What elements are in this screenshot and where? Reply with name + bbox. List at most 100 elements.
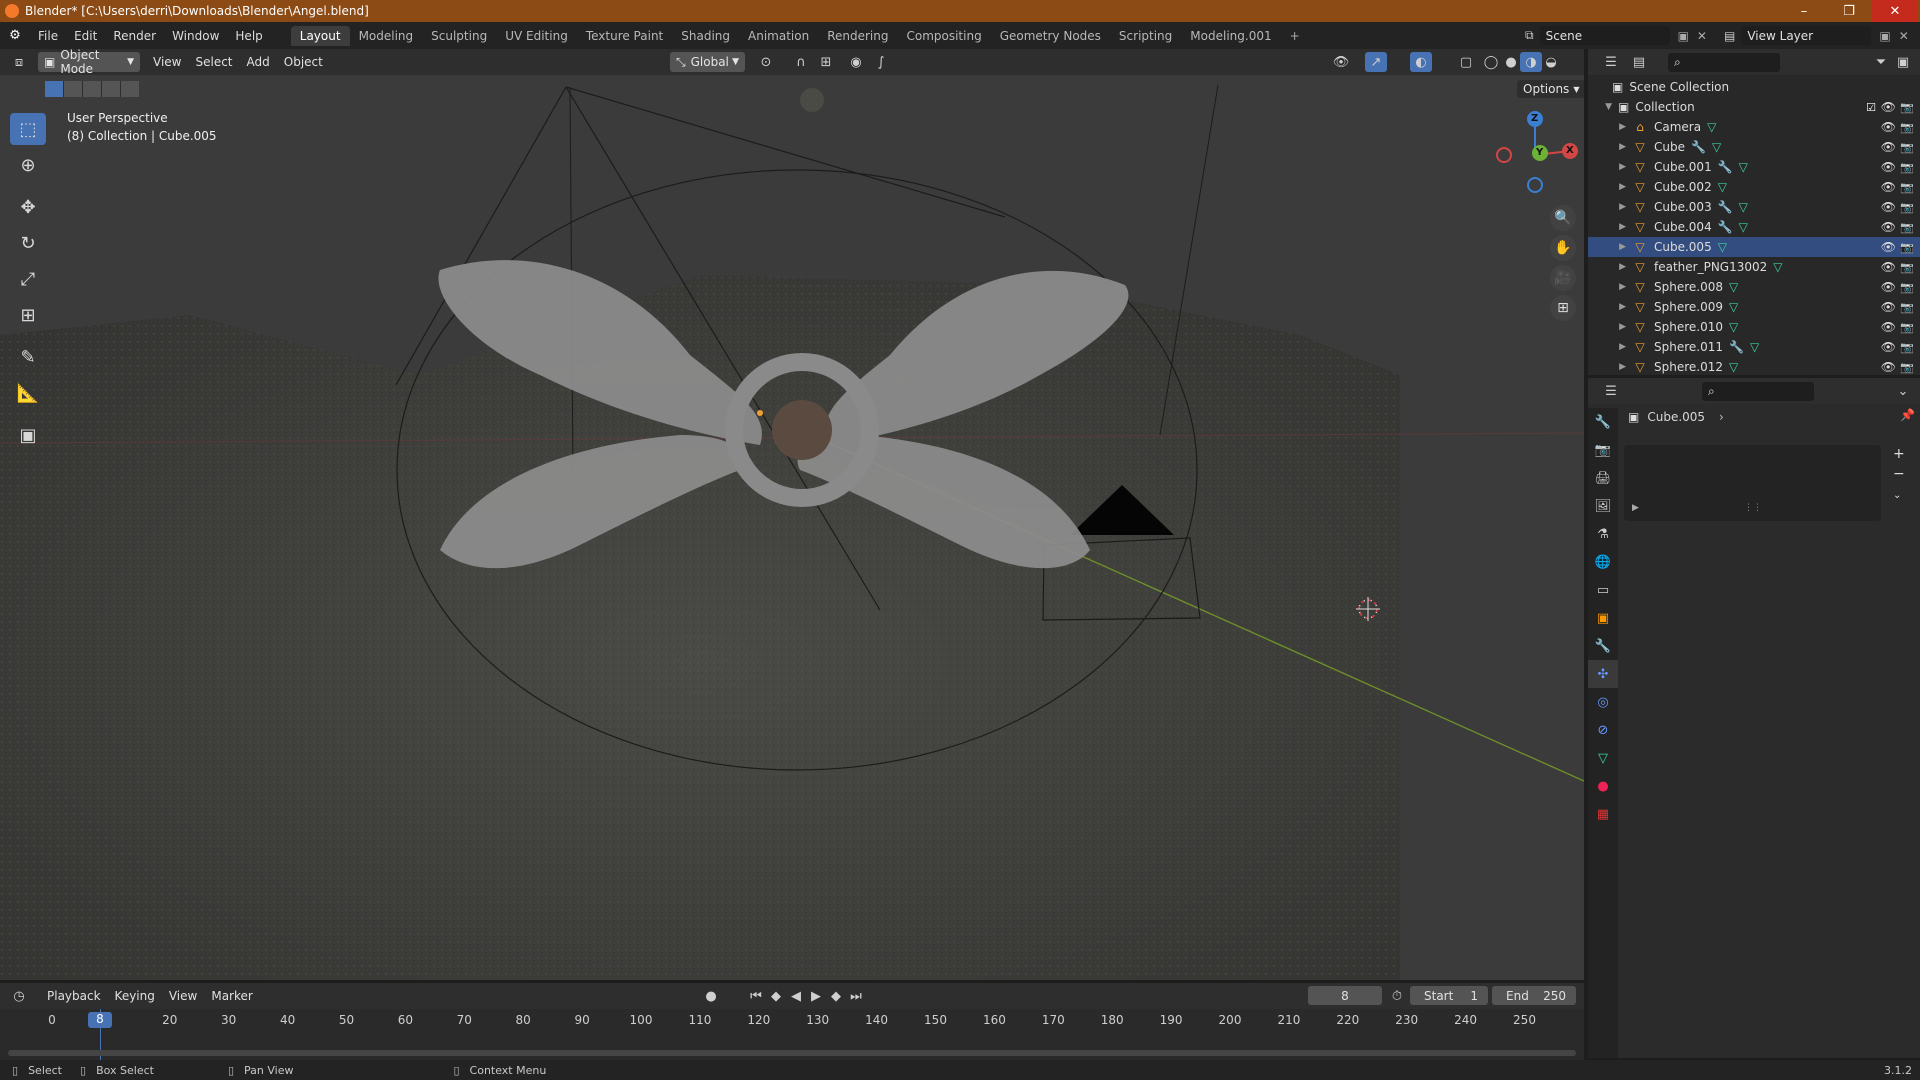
slot-menu-icon[interactable]: ⌄ [1893, 490, 1901, 501]
camera-render-icon[interactable]: 📷 [1900, 201, 1914, 214]
menu-marker[interactable]: Marker [204, 989, 259, 1003]
blender-menu-icon[interactable]: ⚙ [0, 28, 30, 43]
texture-tab-icon[interactable]: ▦ [1588, 800, 1618, 828]
scene-tab-icon[interactable]: ⚗ [1588, 520, 1618, 548]
outliner-item[interactable]: ▶ ▽ Sphere.008 ▽ 👁 📷 [1588, 277, 1920, 297]
tab-animation[interactable]: Animation [739, 26, 818, 46]
eye-icon[interactable]: 👁 [1881, 340, 1896, 354]
menu-playback[interactable]: Playback [40, 989, 108, 1003]
mesh-data-icon[interactable]: ▽ [1712, 140, 1721, 154]
scene-icon[interactable]: ⧉ [1525, 28, 1534, 43]
visibility-icon[interactable]: 👁 [1330, 52, 1352, 72]
outliner-item[interactable]: ▶ ▽ feather_PNG13002 ▽ 👁 📷 [1588, 257, 1920, 277]
3d-viewport[interactable]: Options ▼ User Perspective (8) Collectio… [0, 75, 1584, 980]
menu-select[interactable]: Select [188, 55, 239, 69]
mesh-data-icon[interactable]: ▽ [1773, 260, 1782, 274]
physics-tab-icon[interactable]: ◎ [1588, 688, 1618, 716]
remove-slot-icon[interactable]: − [1893, 466, 1905, 482]
record-icon[interactable]: ● [700, 986, 722, 1006]
expand-arrow-icon[interactable]: ▶ [1588, 342, 1626, 352]
menu-object[interactable]: Object [277, 55, 330, 69]
options-button[interactable]: Options ▼ [1517, 80, 1584, 98]
particle-systems-list[interactable]: ▶ ⋮⋮ [1624, 445, 1881, 521]
jump-end-icon[interactable]: ⏭ [845, 986, 867, 1006]
end-frame-field[interactable]: End 250 [1492, 986, 1576, 1005]
expand-arrow-icon[interactable]: ▶ [1588, 222, 1626, 232]
scale-tool-icon[interactable]: ⤢ [10, 263, 46, 295]
camera-render-icon[interactable]: 📷 [1900, 301, 1914, 314]
tab-uv-editing[interactable]: UV Editing [496, 26, 577, 46]
xray-toggle-icon[interactable]: ▢ [1455, 52, 1477, 72]
modifier-icon[interactable]: 🔧 [1718, 220, 1733, 234]
overlays-toggle-icon[interactable]: ◐ [1410, 52, 1432, 72]
transform-orientation-selector[interactable]: ⤡ Global ▼ [670, 52, 745, 72]
resize-grip-icon[interactable]: ⋮⋮ [1744, 503, 1762, 513]
current-frame-field[interactable]: 8 [1308, 986, 1382, 1005]
mesh-data-icon[interactable]: ▽ [1729, 320, 1738, 334]
eye-icon[interactable]: 👁 [1881, 280, 1896, 294]
mesh-data-icon[interactable]: ▽ [1718, 180, 1727, 194]
camera-render-icon[interactable]: 📷 [1900, 321, 1914, 334]
modifier-icon[interactable]: 🔧 [1691, 140, 1706, 154]
chevron-down-icon[interactable]: ⌄ [1892, 381, 1914, 401]
modifier-icon[interactable]: 🔧 [1729, 340, 1744, 354]
mesh-data-icon[interactable]: ▽ [1729, 360, 1738, 374]
expand-arrow-icon[interactable]: ▶ [1588, 182, 1626, 192]
eye-icon[interactable]: 👁 [1881, 260, 1896, 274]
outliner-item[interactable]: ▶ ▽ Cube.005 ▽ 👁 📷 [1588, 237, 1920, 257]
editor-type-icon[interactable]: ⧈ [8, 52, 30, 72]
outliner-item[interactable]: ▶ ⌂ Camera ▽ 👁 📷 [1588, 117, 1920, 137]
eye-icon[interactable]: 👁 [1881, 180, 1896, 194]
outliner-item[interactable]: ▶ ▽ Cube.001 🔧 ▽ 👁 📷 [1588, 157, 1920, 177]
eye-icon[interactable]: 👁 [1881, 220, 1896, 234]
expand-arrow-icon[interactable]: ▶ [1588, 322, 1626, 332]
mesh-data-icon[interactable]: ▽ [1750, 340, 1759, 354]
tab-layout[interactable]: Layout [290, 25, 350, 46]
mesh-data-icon[interactable]: ▽ [1718, 240, 1727, 254]
outliner-editor-type-icon[interactable]: ☰ [1600, 52, 1622, 72]
eye-icon[interactable]: 👁 [1881, 320, 1896, 334]
modifier-icon[interactable]: 🔧 [1718, 200, 1733, 214]
render-tab-icon[interactable]: 📷 [1588, 436, 1618, 464]
select-new-icon[interactable] [45, 81, 63, 97]
expand-arrow-icon[interactable]: ▶ [1588, 162, 1626, 172]
outliner-item[interactable]: ▶ ▽ Sphere.010 ▽ 👁 📷 [1588, 317, 1920, 337]
data-tab-icon[interactable]: ▽ [1588, 744, 1618, 772]
outliner-item[interactable]: ▶ ▽ Cube.004 🔧 ▽ 👁 📷 [1588, 217, 1920, 237]
properties-editor-type-icon[interactable]: ☰ [1600, 381, 1622, 401]
camera-render-icon[interactable]: 📷 [1900, 101, 1914, 114]
tab-modeling-001[interactable]: Modeling.001 [1181, 26, 1280, 46]
scene-selector[interactable]: Scene [1539, 26, 1670, 45]
proportional-edit-icon[interactable]: ◉ [845, 52, 867, 72]
expand-arrow-icon[interactable]: ▶ [1632, 503, 1639, 513]
menu-file[interactable]: File [30, 29, 66, 43]
tab-scripting[interactable]: Scripting [1110, 26, 1181, 46]
pin-icon[interactable]: 📌 [1900, 408, 1915, 422]
material-tab-icon[interactable]: ● [1588, 772, 1618, 800]
annotate-tool-icon[interactable]: ✎ [10, 341, 46, 373]
outliner-search-input[interactable]: ⌕ [1668, 52, 1780, 72]
play-reverse-icon[interactable]: ◀ [785, 986, 807, 1006]
menu-edit[interactable]: Edit [66, 29, 105, 43]
filter-icon[interactable]: ⏷ [1870, 52, 1892, 72]
menu-render[interactable]: Render [105, 29, 164, 43]
select-extend-icon[interactable] [64, 81, 82, 97]
gizmo-toggle-icon[interactable]: ↗ [1365, 52, 1387, 72]
camera-render-icon[interactable]: 📷 [1900, 141, 1914, 154]
zoom-icon[interactable]: 🔍 [1550, 205, 1576, 231]
mesh-data-icon[interactable]: ▽ [1729, 300, 1738, 314]
expand-arrow-icon[interactable]: ▶ [1588, 242, 1626, 252]
camera-render-icon[interactable]: 📷 [1900, 341, 1914, 354]
collapse-arrow-icon[interactable]: ▼ [1588, 102, 1612, 112]
menu-keying[interactable]: Keying [108, 989, 162, 1003]
view-layer-selector[interactable]: View Layer [1741, 26, 1872, 45]
add-slot-icon[interactable]: + [1893, 446, 1905, 462]
tab-modeling[interactable]: Modeling [350, 26, 423, 46]
camera-render-icon[interactable]: 📷 [1900, 281, 1914, 294]
menu-add[interactable]: Add [240, 55, 277, 69]
camera-render-icon[interactable]: 📷 [1900, 161, 1914, 174]
playhead-frame-indicator[interactable]: 8 [88, 1012, 112, 1028]
expand-arrow-icon[interactable]: ▶ [1588, 362, 1626, 372]
outliner-scene-collection[interactable]: ▣ Scene Collection [1588, 77, 1920, 97]
eye-icon[interactable]: 👁 [1881, 160, 1896, 174]
